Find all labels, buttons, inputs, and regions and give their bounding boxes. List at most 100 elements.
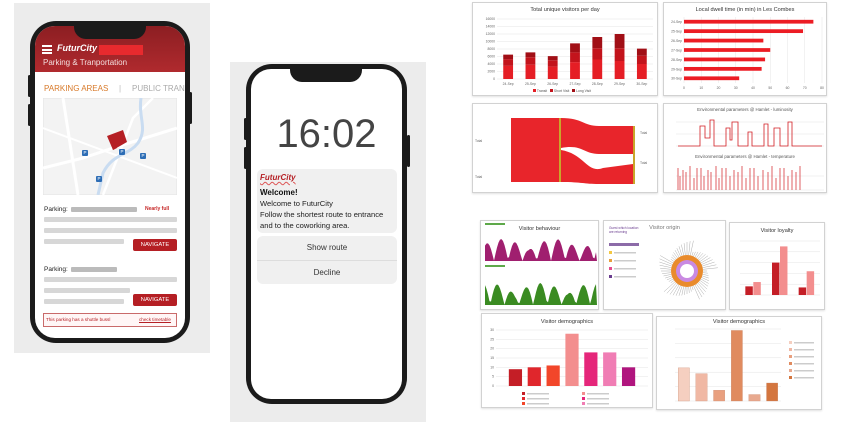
radial-spike <box>671 256 676 261</box>
x-tick-label: 27-Sep <box>570 82 581 86</box>
legend-text-placeholder <box>587 403 609 405</box>
chart-card-visitor-origin: Visitor origin Guest which location are … <box>603 220 726 310</box>
bar <box>684 66 762 71</box>
bar <box>503 65 514 79</box>
axis-tick-label: 25 <box>490 337 494 341</box>
axis-tick-label: 10000 <box>486 40 496 44</box>
radial-spike <box>668 278 674 282</box>
chart-legend: Transit Short Visit Long Visit <box>533 89 591 93</box>
legend-text-placeholder <box>587 398 609 400</box>
bar <box>527 367 541 386</box>
radial-spike <box>683 243 686 256</box>
axis-tick-label: 0 <box>493 77 495 81</box>
axis-tick-label: 2000 <box>487 70 495 74</box>
bar <box>525 64 536 79</box>
radial-spike <box>684 286 686 295</box>
y-tick-label: 27-Sep <box>671 48 682 52</box>
axis-tick-label: 6000 <box>487 55 495 59</box>
bar <box>547 66 558 79</box>
navigate-button[interactable]: NAVIGATE <box>133 239 177 251</box>
parking-map[interactable] <box>43 98 177 195</box>
axis-tick-label: 20 <box>717 86 721 90</box>
bar <box>547 60 558 67</box>
bar <box>570 62 580 79</box>
bar <box>636 55 647 64</box>
notification-line-2: Follow the shortest route to entrance <box>260 210 384 219</box>
axis-tick-label: 30 <box>490 328 494 332</box>
map-pin-p[interactable]: P <box>82 150 88 156</box>
bar <box>614 48 625 61</box>
bar <box>525 57 536 65</box>
y-tick-label: 24-Sep <box>671 20 682 24</box>
bar <box>684 29 804 34</box>
radial-spike <box>670 280 675 283</box>
legend-swatch <box>582 402 585 405</box>
radial-spike <box>674 250 680 258</box>
axis-tick-label: 0 <box>492 384 494 388</box>
radial-spike <box>691 251 694 256</box>
radial-spike <box>666 277 673 281</box>
legend-text-placeholder <box>794 363 814 365</box>
axis-tick-label: 15 <box>490 356 494 360</box>
phone-notch <box>74 25 146 39</box>
axis-tick-label: 10 <box>699 86 703 90</box>
legend-swatch <box>582 392 585 395</box>
parking-2-name-placeholder <box>71 267 117 272</box>
legend-short-visit: Short Visit <box>553 89 570 93</box>
text-placeholder-line <box>44 277 177 282</box>
show-route-button[interactable]: Show route <box>257 236 397 260</box>
axis-tick-label: 5 <box>492 375 494 379</box>
navigate-button[interactable]: NAVIGATE <box>133 294 177 306</box>
radial-spike <box>700 257 711 264</box>
bar <box>684 48 771 52</box>
bar <box>753 282 761 295</box>
chart-card-environmental: Environmental parameters @ Hamlet - lumi… <box>663 103 827 193</box>
bar <box>731 330 743 402</box>
x-tick-label: 26-Sep <box>547 82 558 86</box>
text-placeholder-line <box>44 288 130 293</box>
x-tick-label: 29-Sep <box>614 82 625 86</box>
axis-tick-label: 40 <box>751 86 755 90</box>
tab-public-transport[interactable]: PUBLIC TRANS <box>132 84 185 93</box>
bar <box>695 373 708 402</box>
bar <box>614 34 625 49</box>
bar <box>547 56 558 61</box>
axis-tick-label: 14000 <box>486 25 496 29</box>
radial-spike <box>673 252 678 259</box>
map-pin-p[interactable]: P <box>140 153 146 159</box>
parking-1-name-placeholder <box>71 207 137 212</box>
flow-node-label: Total <box>640 131 647 135</box>
radial-spike <box>699 255 709 262</box>
axis-tick-label: 16000 <box>486 17 496 21</box>
legend-swatch <box>522 397 525 400</box>
map-pin-p[interactable]: P <box>96 176 102 182</box>
check-timetable-link[interactable]: check timetable <box>139 317 171 322</box>
chart-card-visitor-loyalty: Visitor loyalty <box>729 222 825 310</box>
chart-visitor-loyalty <box>740 240 820 296</box>
map-pin-p[interactable]: P <box>119 149 125 155</box>
axis-tick-label: 4000 <box>487 62 495 66</box>
phone-frame-parking: FuturCity Parking & Tranportation PARKIN… <box>30 21 190 343</box>
radial-spike <box>702 267 718 270</box>
tab-parking-areas[interactable]: PARKING AREAS <box>44 84 108 93</box>
parking-1-status: Nearly full <box>145 206 170 212</box>
y-tick-label: 30-Sep <box>671 77 682 81</box>
radial-spike <box>670 259 675 262</box>
bar <box>798 287 807 295</box>
text-placeholder-line <box>44 228 177 233</box>
bar <box>748 394 761 402</box>
bar <box>592 37 603 49</box>
radial-spike <box>675 285 681 296</box>
x-tick-label: 28-Sep <box>592 82 603 86</box>
brand-logo: FuturCity <box>57 43 97 53</box>
legend-text-placeholder <box>794 342 814 344</box>
radial-spike <box>688 286 690 293</box>
decline-button[interactable]: Decline <box>257 261 397 284</box>
legend-swatch <box>789 341 792 344</box>
chart-card-flow: Total Total Total Total <box>472 103 658 193</box>
radial-spike <box>697 253 704 260</box>
radial-spike <box>663 274 672 277</box>
legend-text-placeholder <box>794 356 814 358</box>
flow-node-label: Total <box>475 139 482 143</box>
hamburger-menu-icon[interactable] <box>42 45 52 54</box>
